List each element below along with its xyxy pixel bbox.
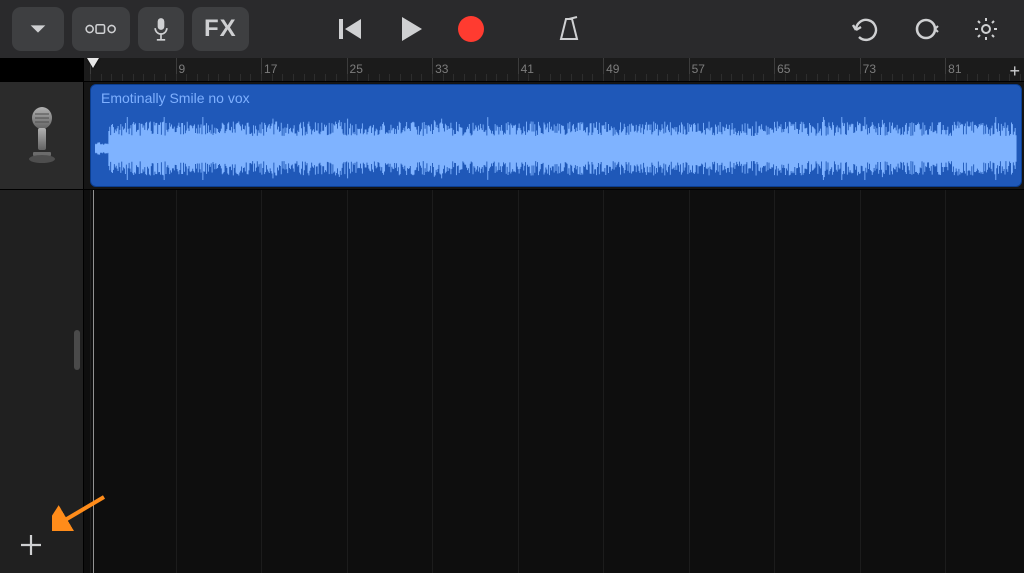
ruler-bar-label: 17: [264, 62, 277, 76]
track-settings-dropdown[interactable]: [12, 7, 64, 51]
top-toolbar: FX: [0, 0, 1024, 58]
ruler-bar-label: 25: [350, 62, 363, 76]
zoom-in-button[interactable]: +: [1009, 61, 1020, 82]
metronome-button[interactable]: [543, 7, 595, 51]
ruler-bar-label: 41: [521, 62, 534, 76]
ruler-bar-label: 49: [606, 62, 619, 76]
clip-title: Emotinally Smile no vox: [101, 90, 250, 106]
workspace: Emotinally Smile no vox: [0, 82, 1024, 573]
undo-icon: [850, 16, 880, 42]
record-icon: [458, 16, 484, 42]
ruler-bar-label: 57: [692, 62, 705, 76]
track-lane[interactable]: Emotinally Smile no vox: [84, 82, 1024, 190]
ruler-bar-label: 73: [863, 62, 876, 76]
ruler-bar-label: 65: [777, 62, 790, 76]
sidebar-scrollbar-thumb[interactable]: [74, 330, 80, 370]
gear-icon: [972, 15, 1000, 43]
go-to-start-icon: [337, 16, 365, 42]
fx-label: FX: [204, 15, 237, 43]
loop-icon: [912, 15, 940, 43]
add-track-button[interactable]: [0, 517, 83, 573]
track-sidebar: [0, 82, 84, 573]
undo-button[interactable]: [838, 7, 892, 51]
view-mode-button[interactable]: [72, 7, 130, 51]
record-button[interactable]: [445, 7, 497, 51]
plus-icon: [18, 532, 44, 558]
audio-clip[interactable]: Emotinally Smile no vox: [90, 84, 1022, 187]
microphone-icon: [151, 16, 171, 42]
play-icon: [398, 15, 424, 43]
ruler-bar-label: 33: [435, 62, 448, 76]
track-header[interactable]: [0, 82, 83, 190]
settings-button[interactable]: [960, 7, 1012, 51]
microphone-icon: [25, 106, 59, 166]
fx-button[interactable]: FX: [192, 7, 249, 51]
ruler-bar-label: 9: [179, 62, 186, 76]
track-instrument-icon: [25, 106, 59, 166]
playhead-marker[interactable]: [87, 58, 99, 68]
rewind-button[interactable]: [325, 7, 377, 51]
timeline-ruler[interactable]: 9 17 25 33 41 49 57 65 73 81 +: [84, 58, 1024, 82]
track-area[interactable]: Emotinally Smile no vox: [84, 82, 1024, 573]
chevron-down-icon: [27, 18, 49, 40]
play-button[interactable]: [385, 7, 437, 51]
view-layout-icon: [84, 18, 118, 40]
metronome-icon: [555, 15, 583, 43]
loop-browser-button[interactable]: [900, 7, 952, 51]
ruler-bar-label: 81: [948, 62, 961, 76]
waveform: [95, 117, 1017, 180]
input-monitor-button[interactable]: [138, 7, 184, 51]
